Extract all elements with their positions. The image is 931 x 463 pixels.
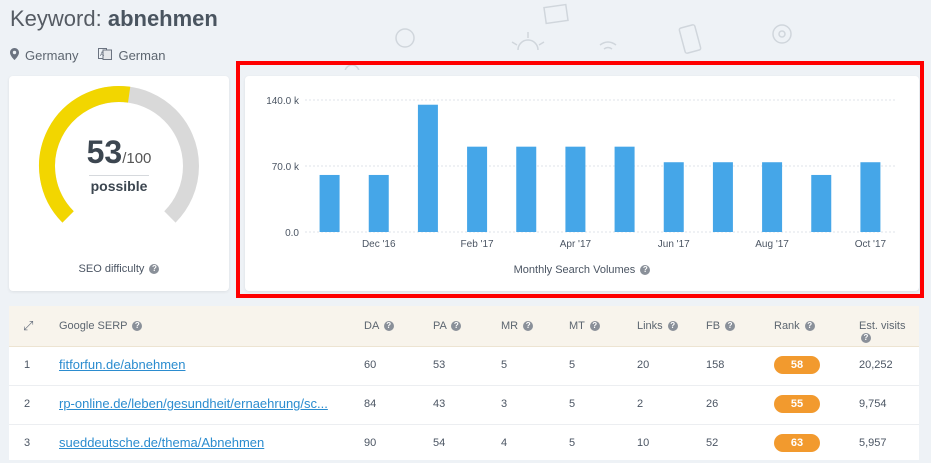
page-title-prefix: Keyword: (10, 6, 108, 31)
cell-links: 2 (637, 398, 644, 410)
rank-badge: 55 (774, 395, 820, 413)
person-doodle-icon (395, 28, 415, 48)
column-header-visits: Est. visits ? (859, 320, 906, 344)
page-title: Keyword: abnehmen (10, 6, 218, 32)
help-icon[interactable]: ? (451, 321, 462, 332)
column-header-serp: Google SERP ? (59, 320, 143, 332)
help-icon[interactable]: ? (667, 321, 678, 332)
help-icon[interactable]: ? (149, 264, 160, 275)
serp-link[interactable]: rp-online.de/leben/gesundheit/ernaehrung… (59, 396, 328, 411)
table-row: 1 fitforfun.de/abnehmen 60 53 5 5 20 158… (9, 347, 919, 386)
cell-mr: 3 (501, 398, 508, 410)
cell-visits: 20,252 (859, 359, 893, 371)
help-icon[interactable]: ? (523, 321, 534, 332)
highlight-box (236, 61, 924, 298)
difficulty-caption-text: SEO difficulty (78, 263, 145, 275)
photo-doodle-icon (543, 3, 569, 25)
difficulty-caption: SEO difficulty ? (9, 263, 229, 275)
help-icon[interactable]: ? (383, 321, 394, 332)
cell-links: 20 (637, 359, 650, 371)
column-header-mr: MR ? (501, 320, 534, 332)
translate-icon: A (98, 48, 113, 63)
column-header-mt: MT ? (569, 320, 600, 332)
cell-mt: 5 (569, 359, 576, 371)
cell-pa: 53 (433, 359, 446, 371)
help-icon[interactable]: ? (589, 321, 600, 332)
help-icon[interactable]: ? (725, 321, 736, 332)
cell-links: 10 (637, 437, 650, 449)
column-header-pa: PA ? (433, 320, 462, 332)
rank-badge: 63 (774, 434, 820, 452)
column-header-fb: FB ? (706, 320, 736, 332)
table-header: ⤢ Google SERP ? DA ? PA ? MR ? MT ? Link… (9, 306, 919, 347)
serp-table: ⤢ Google SERP ? DA ? PA ? MR ? MT ? Link… (9, 306, 919, 460)
background-doodles (344, 3, 792, 70)
difficulty-score-max: /100 (122, 150, 152, 167)
column-header-rank: Rank ? (774, 320, 815, 332)
help-icon[interactable]: ? (804, 321, 815, 332)
difficulty-score: 53/100 (9, 134, 229, 171)
difficulty-label: possible (90, 178, 148, 194)
gear-doodle-icon (772, 24, 792, 44)
cell-da: 84 (364, 398, 377, 410)
cell-mr: 5 (501, 359, 508, 371)
map-pin-icon (10, 48, 19, 63)
table-row: 2 rp-online.de/leben/gesundheit/ernaehru… (9, 386, 919, 425)
help-icon[interactable]: ? (861, 333, 871, 344)
expand-icon[interactable]: ⤢ (23, 318, 33, 334)
cell-visits: 9,754 (859, 398, 887, 410)
keyword-meta: Germany A German (10, 48, 165, 63)
column-header-da: DA ? (364, 320, 394, 332)
cell-da: 90 (364, 437, 377, 449)
rank-badge: 58 (774, 356, 820, 374)
cell-pa: 43 (433, 398, 446, 410)
serp-link[interactable]: fitforfun.de/abnehmen (59, 357, 185, 372)
language-text: German (118, 48, 166, 63)
cell-fb: 52 (706, 437, 719, 449)
score-divider (89, 175, 149, 176)
row-position: 3 (24, 437, 31, 449)
cell-mt: 5 (569, 398, 576, 410)
difficulty-score-value: 53 (86, 134, 123, 170)
cell-da: 60 (364, 359, 377, 371)
keyword-text: abnehmen (107, 6, 218, 31)
table-row: 3 sueddeutsche.de/thema/Abnehmen 90 54 4… (9, 425, 919, 463)
row-position: 1 (24, 359, 31, 371)
cell-visits: 5,957 (859, 437, 887, 449)
help-icon[interactable]: ? (132, 321, 143, 332)
serp-link[interactable]: sueddeutsche.de/thema/Abnehmen (59, 435, 264, 450)
cell-fb: 26 (706, 398, 719, 410)
cell-fb: 158 (706, 359, 725, 371)
seo-difficulty-card: 53/100 possible SEO difficulty ? (9, 76, 229, 291)
wifi-doodle-icon (599, 41, 617, 50)
cell-mr: 4 (501, 437, 508, 449)
phone-doodle-icon (678, 24, 702, 54)
cell-pa: 54 (433, 437, 446, 449)
cell-mt: 5 (569, 437, 576, 449)
sun-doodle-icon (511, 32, 545, 51)
column-header-links: Links ? (637, 320, 678, 332)
location-text: Germany (25, 48, 79, 63)
row-position: 2 (24, 398, 31, 410)
